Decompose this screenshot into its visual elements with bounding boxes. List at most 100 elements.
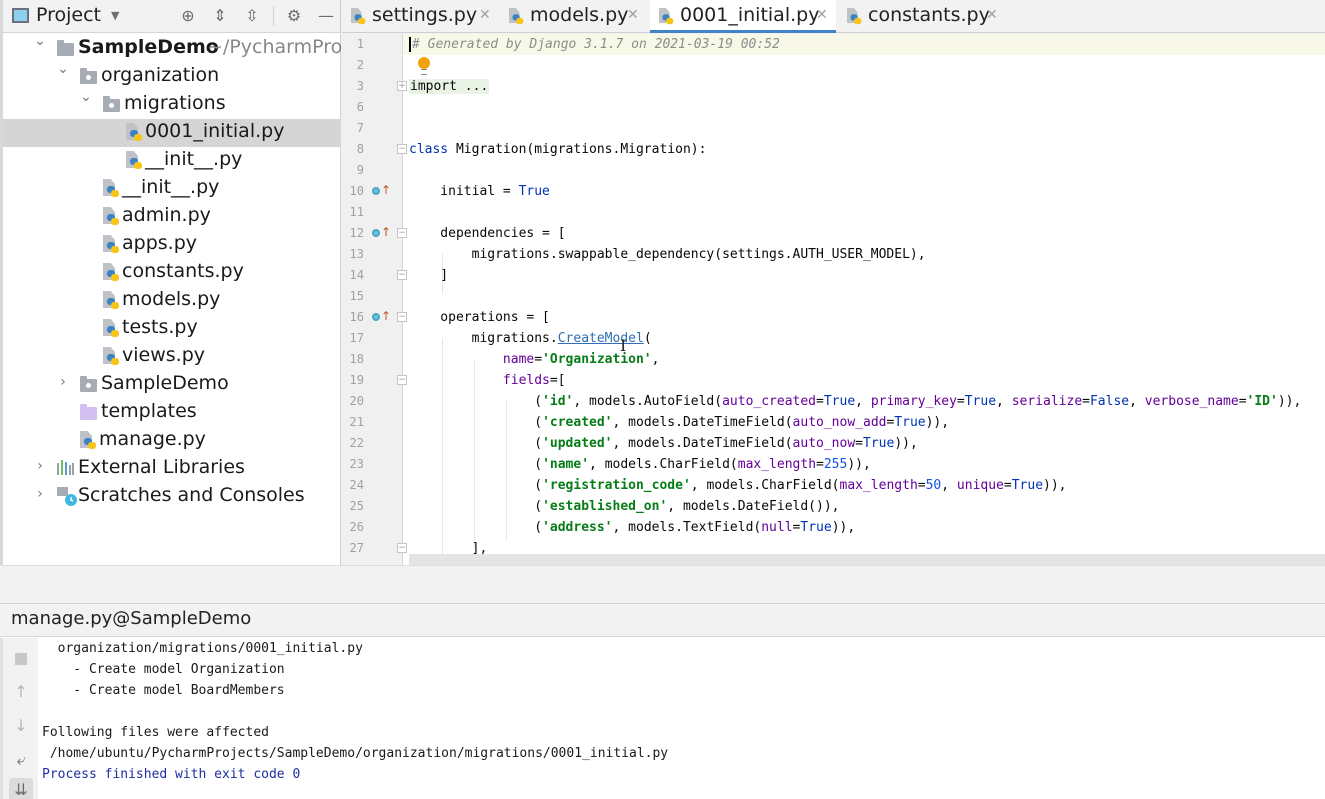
tree-item[interactable]: views.py [3, 343, 341, 371]
collapse-fold-icon[interactable]: − [397, 228, 407, 238]
line-number: 7 [356, 121, 364, 135]
collapse-fold-icon[interactable]: − [397, 144, 407, 154]
code-line-26: ('address', models.TextField(null=True))… [409, 520, 856, 535]
python-file-icon [103, 319, 121, 339]
project-panel-header: Project ▼ ⊕ ⇕ ⇳ ⚙ — [3, 0, 340, 33]
tree-item-label: SampleDemo [78, 36, 219, 58]
scroll-down-icon[interactable]: ↓ [9, 714, 33, 738]
chevron-down-icon[interactable]: ⌄ [56, 61, 70, 77]
tree-item[interactable]: manage.py [3, 427, 341, 455]
tree-item-label: External Libraries [78, 456, 245, 478]
tab-settings-py[interactable]: settings.py ✕ [342, 0, 498, 33]
close-icon[interactable]: ✕ [627, 7, 639, 23]
close-icon[interactable]: ✕ [986, 7, 998, 23]
folded-imports[interactable]: import ... [409, 79, 490, 94]
tree-item-label: tests.py [122, 316, 198, 338]
tree-item-label: __init__.py [145, 148, 243, 170]
tab-label: settings.py [372, 4, 478, 26]
python-file-icon [103, 263, 121, 283]
run-panel: manage.py@SampleDemo ↑ ↓ ⤶ ⇊ organizatio… [0, 603, 1325, 799]
expand-fold-icon[interactable]: + [397, 81, 407, 91]
chevron-right-icon[interactable]: › [33, 458, 47, 474]
gear-icon[interactable]: ⚙ [283, 5, 305, 27]
tree-item[interactable]: models.py [3, 287, 341, 315]
tab-constants-py[interactable]: constants.py ✕ [838, 0, 1006, 33]
collapse-fold-icon[interactable]: − [397, 312, 407, 322]
tab-0001-initial-py[interactable]: 0001_initial.py ✕ [650, 0, 836, 33]
project-panel-title[interactable]: Project [36, 4, 101, 26]
tree-item-label: manage.py [99, 428, 206, 450]
folder-icon [103, 96, 120, 112]
tree-item[interactable]: templates [3, 399, 341, 427]
tree-item[interactable]: › External Libraries [3, 455, 341, 483]
toolbar-divider [273, 6, 274, 26]
code-editor[interactable]: 1 2 3 6 7 8 9 10 11 12 13 14 15 16 17 18 19 20 21 22 23 24 25 2… [342, 34, 1325, 565]
output-line: /home/ubuntu/PycharmProjects/SampleDemo/… [42, 746, 669, 761]
chevron-down-icon[interactable]: ▼ [111, 9, 119, 22]
tree-item-label: SampleDemo [101, 372, 229, 394]
line-number: 19 [349, 373, 364, 387]
tree-item[interactable]: apps.py [3, 231, 341, 259]
chevron-down-icon[interactable]: ⌄ [79, 89, 93, 105]
tree-item[interactable]: ⌄ SampleDemo ~/PycharmProjec [3, 33, 370, 63]
code-line-16: operations = [ [409, 310, 550, 325]
code-line-22: ('updated', models.DateTimeField(auto_no… [409, 436, 918, 451]
line-number: 26 [349, 520, 364, 534]
tree-item-label: apps.py [122, 232, 198, 254]
run-panel-title[interactable]: manage.py@SampleDemo [11, 608, 251, 629]
code-line-24: ('registration_code', models.CharField(m… [409, 478, 1067, 493]
code-line-12: dependencies = [ [409, 226, 566, 241]
scroll-to-end-icon[interactable]: ⇊ [9, 778, 33, 799]
collapse-fold-icon[interactable]: − [397, 375, 407, 385]
collapse-fold-icon[interactable]: − [397, 543, 407, 553]
run-panel-header: manage.py@SampleDemo [0, 604, 1325, 637]
python-file-icon [508, 8, 525, 26]
soft-wrap-icon[interactable]: ⤶ [9, 748, 33, 772]
panel-splitter[interactable] [0, 565, 1325, 603]
tree-item[interactable]: __init__.py [3, 147, 341, 175]
chevron-down-icon[interactable]: ⌄ [33, 33, 47, 49]
chevron-right-icon[interactable]: › [33, 486, 47, 502]
expand-all-icon[interactable]: ⇕ [209, 5, 231, 27]
tree-item[interactable]: 0001_initial.py [3, 119, 341, 147]
editor-gutter: 1 2 3 6 7 8 9 10 11 12 13 14 15 16 17 18 19 20 21 22 23 24 25 2… [342, 34, 403, 565]
tree-item-label: Scratches and Consoles [78, 484, 305, 506]
locate-icon[interactable]: ⊕ [177, 5, 199, 27]
project-icon [12, 8, 29, 23]
line-number: 17 [349, 331, 364, 345]
folder-icon [80, 404, 97, 420]
overrides-marker-icon[interactable]: ↑ [372, 310, 391, 323]
lightbulb-icon[interactable] [418, 57, 430, 75]
tree-item[interactable]: › Scratches and Consoles [3, 483, 341, 511]
tree-item-label: templates [101, 400, 197, 422]
collapse-all-icon[interactable]: ⇳ [241, 5, 263, 27]
tree-item[interactable]: __init__.py [3, 175, 341, 203]
tree-item[interactable]: tests.py [3, 315, 341, 343]
folder-icon [57, 40, 74, 56]
close-icon[interactable]: ✕ [816, 7, 828, 23]
libraries-icon [57, 460, 75, 480]
minimize-icon[interactable]: — [315, 5, 337, 27]
stop-icon[interactable] [9, 646, 33, 670]
python-file-icon [103, 235, 121, 255]
tree-item-label: models.py [122, 288, 221, 310]
overrides-marker-icon[interactable]: ↑ [372, 226, 391, 239]
python-file-icon [846, 8, 863, 26]
tree-item[interactable]: ⌄ migrations [3, 89, 341, 119]
tree-item[interactable]: constants.py [3, 259, 341, 287]
tree-item[interactable]: admin.py [3, 203, 341, 231]
tree-item[interactable]: ⌄ organization [3, 61, 341, 91]
scroll-up-icon[interactable]: ↑ [9, 680, 33, 704]
tree-item[interactable]: › SampleDemo [3, 371, 341, 399]
tab-models-py[interactable]: models.py ✕ [500, 0, 648, 33]
overrides-marker-icon[interactable]: ↑ [372, 184, 391, 197]
close-icon[interactable]: ✕ [479, 7, 491, 23]
chevron-right-icon[interactable]: › [56, 374, 70, 390]
code-line-13: migrations.swappable_dependency(settings… [409, 247, 926, 262]
tab-label: 0001_initial.py [680, 4, 820, 26]
code-line-20: ('id', models.AutoField(auto_created=Tru… [409, 394, 1302, 409]
collapse-fold-icon[interactable]: − [397, 270, 407, 280]
create-model-link[interactable]: CreateModel [558, 331, 644, 346]
line-number: 1 [356, 37, 364, 51]
mouse-text-cursor: I [620, 336, 627, 355]
